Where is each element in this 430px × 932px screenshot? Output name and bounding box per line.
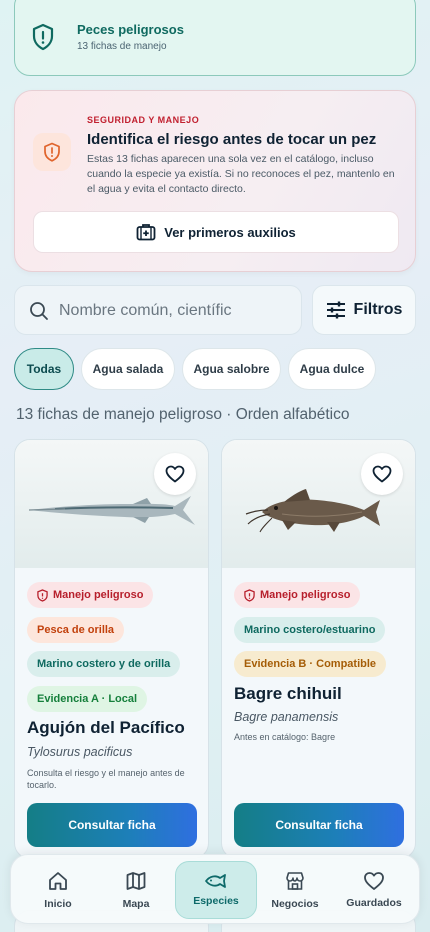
species-image-agujon <box>15 440 208 568</box>
tag-shore-fishing: Pesca de orilla <box>27 617 125 643</box>
favorite-button[interactable] <box>154 453 196 495</box>
fish-icon <box>205 874 226 888</box>
store-icon <box>286 872 304 890</box>
safety-heading: Identifica el riesgo antes de tocar un p… <box>87 131 377 148</box>
species-scientific-name: Tylosurus pacificus <box>27 745 133 759</box>
alert-shield-icon <box>33 133 71 171</box>
dangerous-fish-summary-card[interactable]: Peces peligrosos 13 fichas de manejo <box>14 0 416 76</box>
view-card-button[interactable]: Consultar ficha <box>234 803 404 847</box>
search-input[interactable] <box>59 298 293 324</box>
tag-evidence: Evidencia B · Compatible <box>234 651 387 677</box>
species-card-bagre[interactable]: Manejo peligroso Marino costero/estuarin… <box>221 439 416 859</box>
results-summary: 13 fichas de manejo peligroso · Orden al… <box>16 406 350 423</box>
tag-evidence: Evidencia A · Local <box>27 686 148 712</box>
first-aid-label: Ver primeros auxilios <box>164 224 296 240</box>
species-name: Agujón del Pacífico <box>27 718 185 737</box>
shield-icon <box>32 23 54 51</box>
chip-label: Agua dulce <box>299 362 365 376</box>
chip-agua-salada[interactable]: Agua salada <box>81 348 175 390</box>
chip-label: Agua salada <box>92 362 164 376</box>
first-aid-button[interactable]: Ver primeros auxilios <box>33 211 399 253</box>
sliders-icon <box>326 301 345 319</box>
nav-mapa[interactable]: Mapa <box>95 861 177 919</box>
view-card-button[interactable]: Consultar ficha <box>27 803 197 847</box>
chip-agua-salobre[interactable]: Agua salobre <box>182 348 281 390</box>
home-icon <box>49 872 67 890</box>
nav-label: Guardados <box>346 897 402 909</box>
map-icon <box>126 872 146 890</box>
nav-inicio[interactable]: Inicio <box>17 861 99 919</box>
species-note: Antes en catálogo: Bagre <box>234 732 336 742</box>
nav-label: Mapa <box>122 898 150 910</box>
chip-label: Agua salobre <box>193 362 270 376</box>
shield-alert-icon <box>37 588 48 602</box>
bottom-navigation: Inicio Mapa Especies Negocios Guardados <box>10 854 420 924</box>
safety-handling-card: SEGURIDAD Y MANEJO Identifica el riesgo … <box>14 90 416 272</box>
chip-todas[interactable]: Todas <box>14 348 74 390</box>
filters-label: Filtros <box>353 301 403 318</box>
first-aid-kit-icon <box>136 224 156 241</box>
tag-label: Manejo peligroso <box>260 589 351 601</box>
tag-label: Manejo peligroso <box>53 589 144 601</box>
search-box <box>14 285 302 335</box>
heart-icon <box>165 465 185 483</box>
heart-icon <box>364 872 384 890</box>
nav-especies[interactable]: Especies <box>175 861 257 919</box>
species-scientific-name: Bagre panamensis <box>234 710 339 724</box>
tag-dangerous-handling: Manejo peligroso <box>27 582 154 608</box>
search-icon <box>30 302 48 320</box>
species-image-bagre <box>222 440 415 568</box>
chip-agua-dulce[interactable]: Agua dulce <box>288 348 376 390</box>
species-name: Bagre chihuil <box>234 684 342 703</box>
tag-label: Marino costero/estuarino <box>244 624 376 636</box>
chip-label: Todas <box>26 362 62 376</box>
tag-label: Evidencia B · Compatible <box>244 658 377 670</box>
nav-label: Especies <box>193 895 239 907</box>
nav-label: Inicio <box>44 898 72 910</box>
species-card-agujon[interactable]: Manejo peligroso Pesca de orilla Marino … <box>14 439 209 859</box>
tag-habitat: Marino costero y de orilla <box>27 651 181 677</box>
species-note: Consulta el riesgo y el manejo antes de … <box>27 768 185 790</box>
summary-title: Peces peligrosos <box>77 22 184 37</box>
filters-button[interactable]: Filtros <box>312 285 416 335</box>
nav-negocios[interactable]: Negocios <box>254 861 336 919</box>
tag-label: Pesca de orilla <box>37 624 115 636</box>
safety-description: Estas 13 fichas aparecen una sola vez en… <box>87 153 395 195</box>
nav-label: Negocios <box>271 898 319 910</box>
heart-icon <box>372 465 392 483</box>
safety-kicker: SEGURIDAD Y MANEJO <box>87 115 200 125</box>
tag-label: Marino costero y de orilla <box>37 658 171 670</box>
tag-habitat: Marino costero/estuarino <box>234 617 386 643</box>
tag-dangerous-handling: Manejo peligroso <box>234 582 361 608</box>
tag-label: Evidencia A · Local <box>37 693 138 705</box>
favorite-button[interactable] <box>361 453 403 495</box>
summary-subtitle: 13 fichas de manejo <box>77 41 167 52</box>
nav-guardados[interactable]: Guardados <box>333 861 415 919</box>
shield-alert-icon <box>244 588 255 602</box>
